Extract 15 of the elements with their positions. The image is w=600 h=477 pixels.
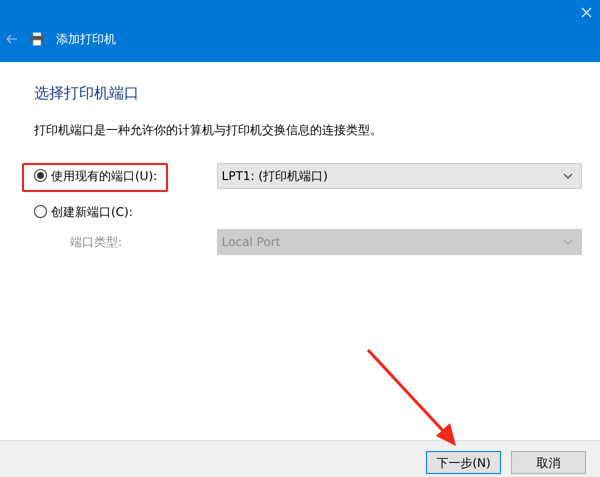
port-dropdown[interactable]: LPT1: (打印机端口) [216,162,582,188]
page-heading: 选择打印机端口 [34,83,140,104]
printer-icon [30,32,44,46]
close-icon[interactable] [581,6,592,18]
radio-button[interactable] [34,169,47,182]
chevron-icon [563,238,573,244]
description-text: 打印机端口是一种允许你的计算机与打印机交换信息的连接类型。 [34,122,383,138]
radio-label[interactable]: 使用现有的端口(U): [51,166,158,184]
window-title: 添加打印机 [56,31,116,48]
port-type-label: 端口类型: [69,234,124,250]
chevron-icon [563,172,573,178]
radio-label[interactable]: 创建新端口(C): [51,202,133,220]
radio-button[interactable] [34,205,47,218]
wizard-button[interactable]: 下一步(N) [426,451,501,474]
wizard-button[interactable]: 取消 [511,451,586,474]
